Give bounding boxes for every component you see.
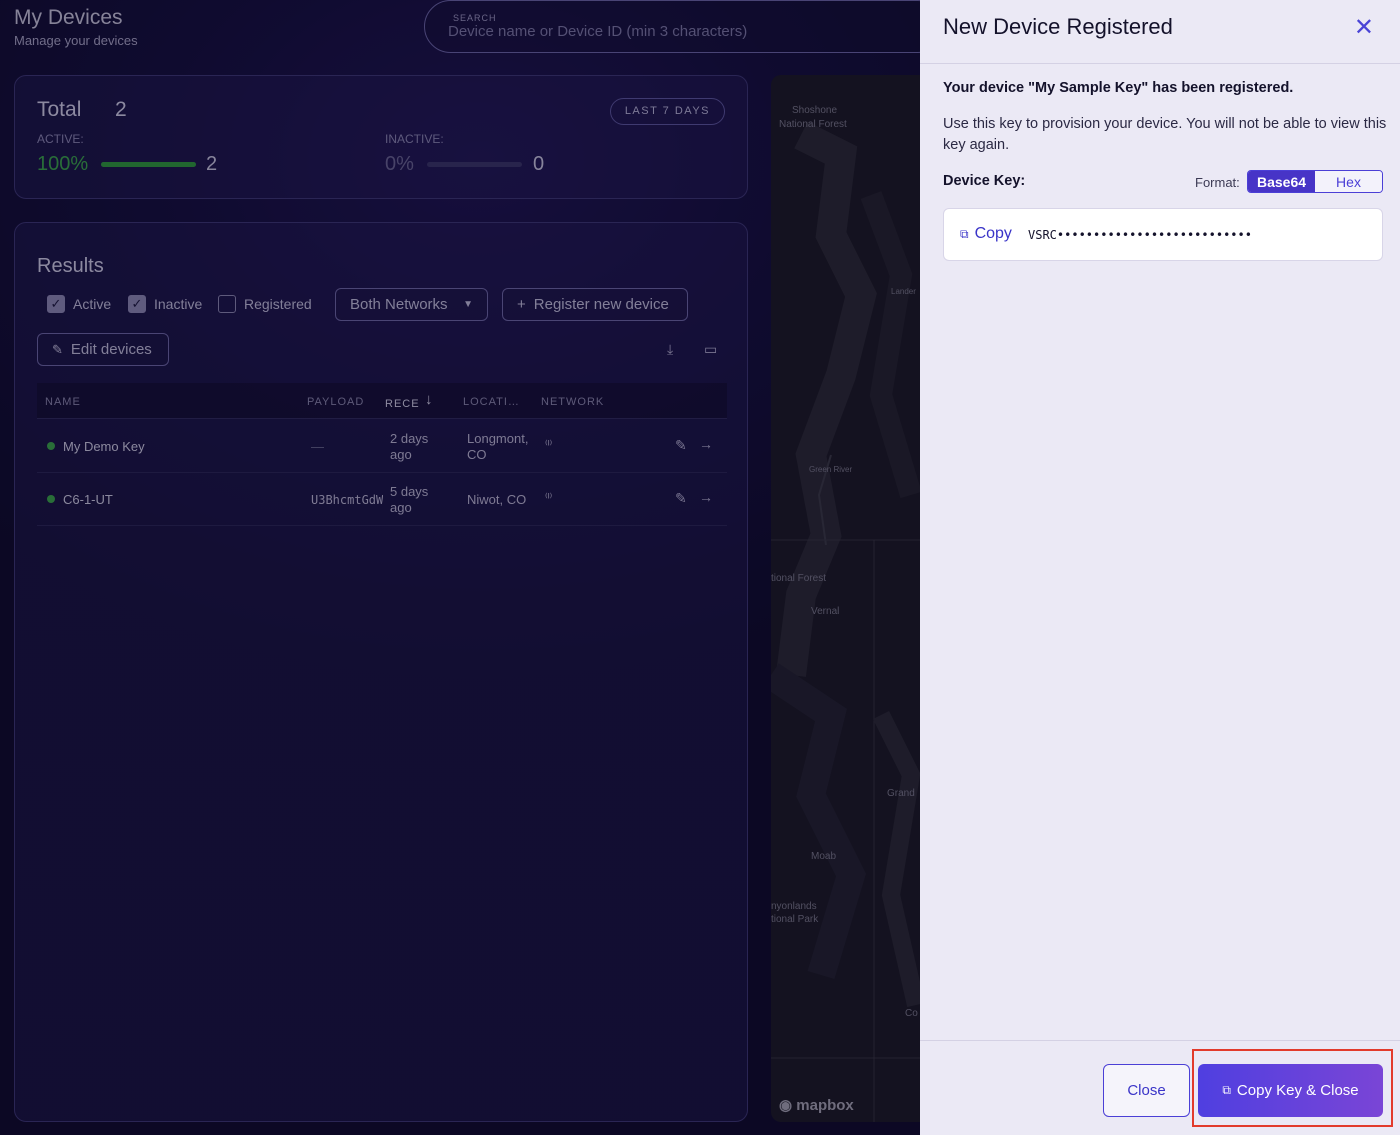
- format-toggle: Base64 Hex: [1247, 170, 1383, 193]
- format-label: Format:: [1195, 175, 1240, 190]
- copy-icon: ⧉: [960, 226, 969, 241]
- divider: [920, 63, 1400, 64]
- format-option-base64[interactable]: Base64: [1248, 171, 1315, 192]
- registered-message: Your device "My Sample Key" has been reg…: [943, 80, 1294, 96]
- provision-message: Use this key to provision your device. Y…: [943, 116, 1387, 153]
- close-button[interactable]: Close: [1103, 1064, 1190, 1117]
- device-key-label: Device Key:: [943, 173, 1026, 189]
- new-device-drawer: New Device Registered ✕ Your device "My …: [920, 0, 1400, 1135]
- close-icon[interactable]: ✕: [1354, 16, 1374, 40]
- drawer-title: New Device Registered: [943, 14, 1173, 39]
- modal-backdrop[interactable]: [0, 0, 920, 1135]
- copy-key-button[interactable]: ⧉ Copy: [960, 225, 1012, 243]
- copy-label: Copy: [974, 225, 1012, 242]
- highlight-box: [1192, 1049, 1393, 1127]
- device-key-value: VSRC•••••••••••••••••••••••••••: [1028, 228, 1252, 242]
- format-option-hex[interactable]: Hex: [1315, 171, 1382, 192]
- divider: [920, 1040, 1400, 1041]
- device-key-box: ⧉ Copy VSRC•••••••••••••••••••••••••••: [943, 208, 1383, 261]
